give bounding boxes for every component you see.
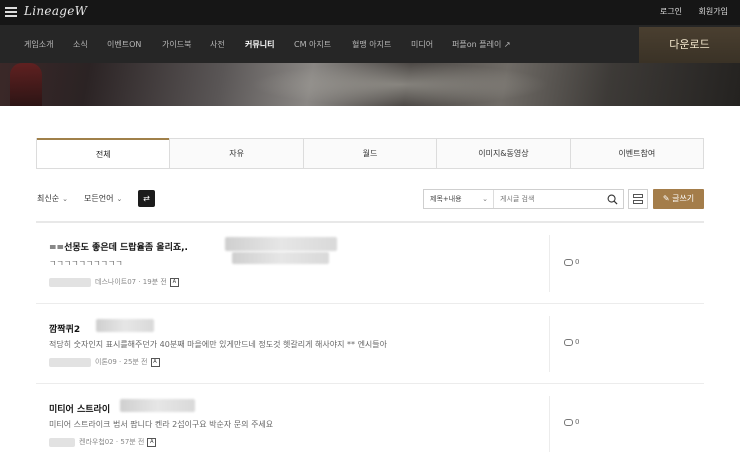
post-time: 19분 전 [142, 278, 167, 286]
nav-item-community[interactable]: 커뮤니티 [245, 39, 274, 50]
board-tabs: 전체 자유 월드 이미지&동영상 이벤트참여 [36, 138, 704, 169]
hero-banner [0, 63, 740, 106]
tab-image-video[interactable]: 이미지&동영상 [436, 138, 570, 168]
avatar [49, 357, 91, 367]
post-body: ㄱㄱㄱㄱㄱㄱㄱㄱㄱㄱ [49, 259, 123, 268]
main-nav: 게임소개 소식 이벤트ON 가이드북 사전 커뮤니티 CM 아지트 혈맹 아지트… [0, 25, 740, 63]
comment-count: 0 [564, 418, 579, 426]
chevron-down-icon: ⌄ [116, 195, 123, 203]
nav-item-event[interactable]: 이벤트ON [107, 39, 141, 50]
language-label: 모든언어 [84, 194, 114, 203]
comment-count-value: 0 [575, 418, 580, 426]
comment-icon [564, 338, 573, 346]
divider [549, 316, 550, 372]
top-bar: LineageW 로그인 회원가입 [0, 0, 740, 25]
avatar [49, 437, 75, 447]
chevron-down-icon: ⌄ [62, 195, 68, 203]
chevron-down-icon: ⌄ [482, 195, 488, 203]
sort-label: 최신순 [37, 194, 60, 203]
translate-icon: A [147, 437, 157, 447]
search-scope-select[interactable]: 제목+내용 ⌄ [424, 190, 494, 208]
post-author[interactable]: 데스나이트07 [95, 278, 136, 286]
list-item[interactable]: 미티어 스트라이 미티어 스트라이크 법서 팝니다 켄라 2섭이구요 박순자 문… [36, 384, 704, 452]
write-button[interactable]: ✎ 글쓰기 [653, 189, 704, 209]
list-item[interactable]: ==선몽도 좋은데 드랍율좀 올리죠,. ㄱㄱㄱㄱㄱㄱㄱㄱㄱㄱ 데스나이트07 … [36, 223, 704, 304]
nav-item-dictionary[interactable]: 사전 [210, 39, 225, 50]
search-input[interactable] [500, 193, 600, 205]
nav-item-guidebook[interactable]: 가이드북 [162, 39, 191, 50]
blurred-content [232, 252, 329, 264]
comment-count-value: 0 [575, 258, 580, 266]
post-title[interactable]: 미티어 스트라이 [49, 402, 110, 415]
translate-icon: ⇄ [143, 194, 150, 203]
tab-world[interactable]: 월드 [302, 138, 437, 168]
search-icon[interactable] [607, 194, 618, 205]
nav-item-clan-agit[interactable]: 혈맹 아지트 [352, 39, 391, 50]
divider [549, 396, 550, 452]
nav-item-media[interactable]: 미디어 [411, 39, 433, 50]
divider [549, 235, 550, 292]
account-links: 로그인 회원가입 [646, 6, 728, 17]
download-button[interactable]: 다운로드 [639, 27, 740, 63]
avatar [49, 277, 91, 287]
menu-icon[interactable] [5, 7, 17, 17]
blurred-content [225, 237, 337, 251]
blurred-content [96, 319, 154, 332]
post-author[interactable]: 켄라우첩02 [79, 438, 114, 446]
post-meta: 데스나이트07 · 19분 전A [49, 277, 179, 287]
translate-button[interactable]: ⇄ [138, 190, 155, 207]
post-author[interactable]: 이톤09 [95, 358, 117, 366]
list-view-icon [633, 200, 643, 204]
post-body: 미티어 스트라이크 법서 팝니다 켄라 2섭이구요 박순자 문의 주세요 [49, 420, 274, 429]
post-body: 적당히 숫자인지 표시를해주던가 40분째 마을에만 있게만드네 정도것 헷갈리… [49, 340, 388, 349]
tab-all[interactable]: 전체 [37, 138, 170, 168]
search-box: 제목+내용 ⌄ [423, 189, 624, 209]
translate-icon: A [150, 357, 160, 367]
translate-icon: A [169, 277, 179, 287]
blurred-content [120, 399, 195, 412]
login-link[interactable]: 로그인 [660, 7, 682, 16]
post-time: 25분 전 [123, 358, 148, 366]
site-logo[interactable]: LineageW [24, 4, 87, 18]
sort-dropdown[interactable]: 최신순 ⌄ [37, 193, 68, 204]
comment-icon [564, 258, 573, 266]
post-title[interactable]: ==선몽도 좋은데 드랍율좀 올리죠,. [49, 240, 188, 253]
comment-count: 0 [564, 338, 579, 346]
write-label: 글쓰기 [672, 194, 695, 203]
language-dropdown[interactable]: 모든언어 ⌄ [84, 193, 122, 204]
comment-count-value: 0 [575, 338, 580, 346]
banner-character-image [10, 63, 42, 106]
nav-item-news[interactable]: 소식 [73, 39, 88, 50]
signup-link[interactable]: 회원가입 [699, 7, 728, 16]
view-mode-button[interactable] [628, 189, 648, 209]
nav-item-purple-play[interactable]: 퍼플on 플레이 ↗ [452, 39, 511, 50]
tab-free[interactable]: 자유 [169, 138, 303, 168]
post-meta: 켄라우첩02 · 57분 전A [49, 437, 157, 447]
tab-event[interactable]: 이벤트참여 [569, 138, 704, 168]
post-title[interactable]: 깜짝퀴2 [49, 322, 80, 335]
post-time: 57분 전 [120, 438, 145, 446]
list-view-icon [633, 194, 643, 198]
search-scope-label: 제목+내용 [430, 195, 462, 203]
nav-item-game-intro[interactable]: 게임소개 [24, 39, 53, 50]
nav-item-cm-agit[interactable]: CM 아지트 [294, 39, 331, 50]
post-meta: 이톤09 · 25분 전A [49, 357, 160, 367]
list-item[interactable]: 깜짝퀴2 적당히 숫자인지 표시를해주던가 40분째 마을에만 있게만드네 정도… [36, 304, 704, 384]
comment-icon [564, 418, 573, 426]
comment-count: 0 [564, 258, 579, 266]
banner-landscape-image [250, 63, 550, 106]
